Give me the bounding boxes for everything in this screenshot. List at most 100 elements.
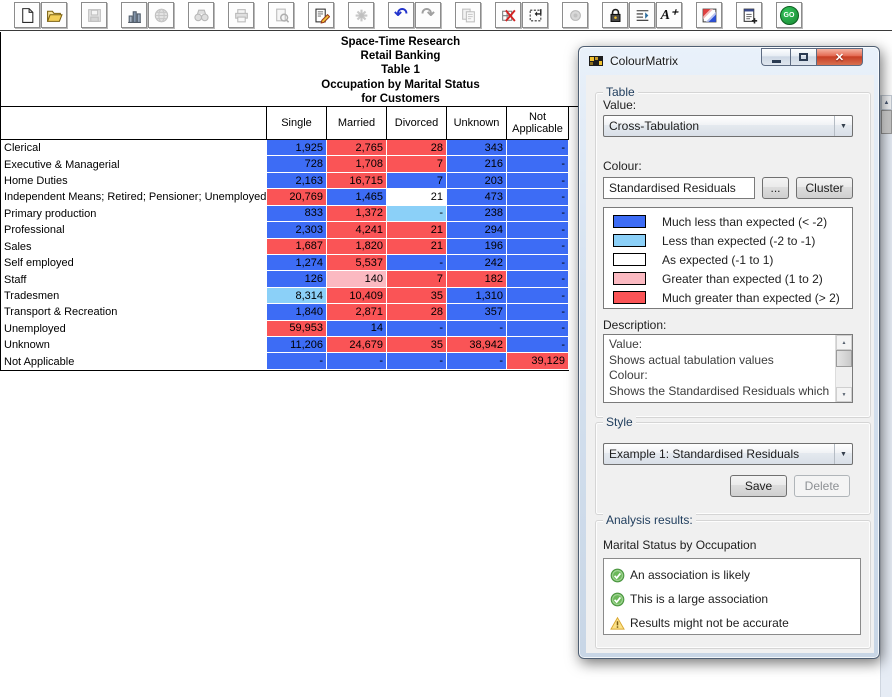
minimize-button[interactable] <box>761 48 790 66</box>
data-cell[interactable]: - <box>507 206 569 222</box>
data-cell[interactable]: 216 <box>447 156 507 172</box>
copy-button[interactable] <box>455 2 481 28</box>
gray-circle-button[interactable] <box>562 2 588 28</box>
data-cell[interactable]: 28 <box>387 140 447 156</box>
data-cell[interactable]: - <box>327 353 387 369</box>
data-cell[interactable]: 126 <box>267 271 327 287</box>
printer-button[interactable] <box>228 2 254 28</box>
description-scroll-down-button[interactable]: ▼ <box>836 387 852 402</box>
data-cell[interactable]: 203 <box>447 173 507 189</box>
row-label[interactable]: Professional <box>1 222 267 238</box>
data-cell[interactable]: - <box>507 337 569 353</box>
open-folder-button[interactable] <box>41 2 67 28</box>
data-cell[interactable]: 7 <box>387 173 447 189</box>
save-button[interactable] <box>81 2 107 28</box>
close-button[interactable]: ✕ <box>817 48 863 66</box>
column-header[interactable]: Divorced <box>387 107 447 139</box>
data-cell[interactable]: - <box>507 271 569 287</box>
scrollbar-thumb[interactable] <box>881 110 892 134</box>
new-document-button[interactable] <box>14 2 40 28</box>
data-cell[interactable]: 140 <box>327 271 387 287</box>
row-label[interactable]: Unknown <box>1 337 267 353</box>
row-label[interactable]: Not Applicable <box>1 353 267 369</box>
binoculars-button[interactable] <box>188 2 214 28</box>
data-cell[interactable]: 1,925 <box>267 140 327 156</box>
row-label[interactable]: Tradesmen <box>1 288 267 304</box>
data-cell[interactable]: 7 <box>387 271 447 287</box>
data-cell[interactable]: 1,687 <box>267 239 327 255</box>
data-cell[interactable]: 2,163 <box>267 173 327 189</box>
data-cell[interactable]: 16,715 <box>327 173 387 189</box>
data-cell[interactable]: - <box>507 173 569 189</box>
data-cell[interactable]: 242 <box>447 255 507 271</box>
dialog-titlebar[interactable]: ColourMatrix ✕ <box>579 47 879 75</box>
data-cell[interactable]: 20,769 <box>267 189 327 205</box>
row-label[interactable]: Unemployed <box>1 321 267 337</box>
legend-item[interactable]: As expected (-1 to 1) <box>604 250 852 269</box>
data-cell[interactable]: 1,708 <box>327 156 387 172</box>
data-cell[interactable]: 343 <box>447 140 507 156</box>
font-size-button[interactable]: A⁺ <box>656 2 682 28</box>
row-label[interactable]: Home Duties <box>1 173 267 189</box>
legend-item[interactable]: Less than expected (-2 to -1) <box>604 231 852 250</box>
data-cell[interactable]: 1,840 <box>267 304 327 320</box>
colour-matrix-button[interactable] <box>696 2 722 28</box>
save-button[interactable]: Save <box>730 475 787 497</box>
lock-button[interactable] <box>602 2 628 28</box>
data-cell[interactable]: - <box>507 288 569 304</box>
row-label[interactable]: Primary production <box>1 206 267 222</box>
data-cell[interactable]: 1,465 <box>327 189 387 205</box>
data-cell[interactable]: - <box>507 321 569 337</box>
description-scroll-up-button[interactable]: ▲ <box>836 335 852 350</box>
row-label[interactable]: Staff <box>1 271 267 287</box>
data-cell[interactable]: 21 <box>387 222 447 238</box>
data-cell[interactable]: 182 <box>447 271 507 287</box>
delete-button[interactable]: Delete <box>794 475 850 497</box>
undo-button[interactable]: ↶ <box>388 2 414 28</box>
row-label[interactable]: Transport & Recreation <box>1 304 267 320</box>
transpose-button[interactable] <box>522 2 548 28</box>
main-vertical-scrollbar[interactable]: ▲ <box>880 95 892 697</box>
data-cell[interactable]: - <box>507 140 569 156</box>
data-cell[interactable]: - <box>507 255 569 271</box>
data-cell[interactable]: 2,765 <box>327 140 387 156</box>
data-cell[interactable]: 14 <box>327 321 387 337</box>
data-cell[interactable]: 4,241 <box>327 222 387 238</box>
data-cell[interactable]: 238 <box>447 206 507 222</box>
data-cell[interactable]: 196 <box>447 239 507 255</box>
data-cell[interactable]: - <box>447 321 507 337</box>
data-cell[interactable]: 35 <box>387 288 447 304</box>
delete-table-button[interactable] <box>495 2 521 28</box>
column-header[interactable]: Married <box>327 107 387 139</box>
column-header[interactable]: Single <box>267 107 327 139</box>
data-cell[interactable]: - <box>447 353 507 369</box>
data-cell[interactable]: 21 <box>387 239 447 255</box>
style-combobox[interactable]: Example 1: Standardised Residuals ▼ <box>603 443 853 465</box>
value-combobox-button[interactable]: ▼ <box>834 116 852 136</box>
data-cell[interactable]: 1,310 <box>447 288 507 304</box>
bar-chart-button[interactable] <box>121 2 147 28</box>
row-label[interactable]: Independent Means; Retired; Pensioner; U… <box>1 189 267 205</box>
data-cell[interactable]: - <box>387 321 447 337</box>
data-cell[interactable]: - <box>267 353 327 369</box>
data-cell[interactable]: 357 <box>447 304 507 320</box>
data-cell[interactable]: - <box>507 156 569 172</box>
row-label[interactable]: Self employed <box>1 255 267 271</box>
cluster-button[interactable]: Cluster <box>796 177 853 199</box>
data-cell[interactable]: 21 <box>387 189 447 205</box>
row-label[interactable]: Executive & Managerial <box>1 156 267 172</box>
data-cell[interactable]: 38,942 <box>447 337 507 353</box>
legend-item[interactable]: Much less than expected (< -2) <box>604 212 852 231</box>
data-cell[interactable]: 35 <box>387 337 447 353</box>
data-cell[interactable]: 2,303 <box>267 222 327 238</box>
data-cell[interactable]: 728 <box>267 156 327 172</box>
data-cell[interactable]: 39,129 <box>507 353 569 369</box>
data-cell[interactable]: 11,206 <box>267 337 327 353</box>
data-cell[interactable]: 1,274 <box>267 255 327 271</box>
legend-item[interactable]: Greater than expected (1 to 2) <box>604 269 852 288</box>
data-cell[interactable]: 1,372 <box>327 206 387 222</box>
data-cell[interactable]: - <box>507 189 569 205</box>
maximize-button[interactable] <box>790 48 817 66</box>
add-annotation-button[interactable] <box>736 2 762 28</box>
row-header-stub[interactable] <box>1 107 267 139</box>
